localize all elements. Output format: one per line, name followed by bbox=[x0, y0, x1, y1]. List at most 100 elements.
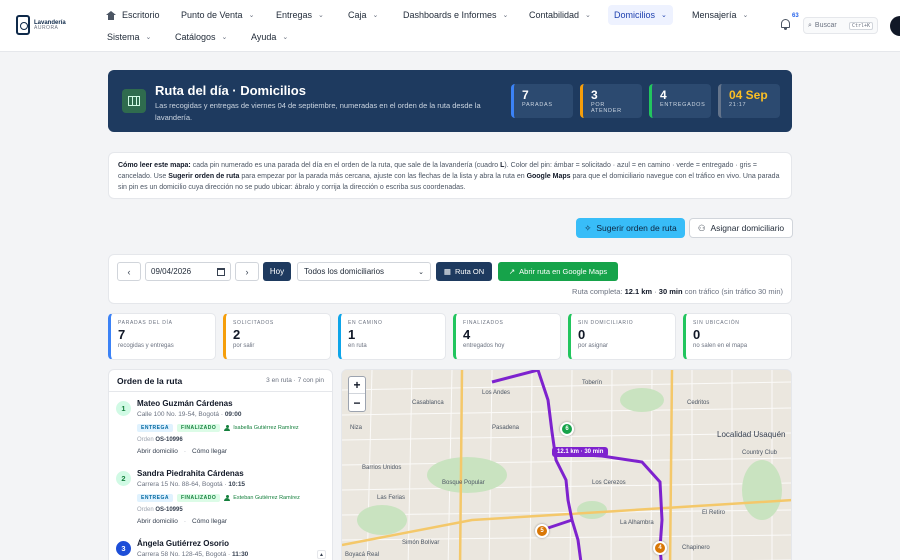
map-label: Los Cerezos bbox=[592, 480, 626, 486]
order-label: Orden bbox=[137, 437, 156, 443]
chevron-down-icon: ⌄ bbox=[585, 12, 591, 19]
open-google-maps-button[interactable]: ↗ Abrir ruta en Google Maps bbox=[498, 262, 618, 281]
nav-caja[interactable]: Caja ⌄ bbox=[342, 6, 384, 24]
summary-text: · bbox=[652, 287, 659, 296]
nav-label: Escritorio bbox=[122, 10, 160, 20]
nav-domicilios[interactable]: Domicilios ⌄ bbox=[608, 5, 673, 25]
chevron-down-icon: ⌄ bbox=[372, 12, 379, 19]
open-delivery-link[interactable]: Abrir domicilio bbox=[137, 448, 178, 455]
nav-label: Sistema bbox=[107, 32, 140, 42]
chevron-down-icon: ⌄ bbox=[318, 12, 324, 19]
search-button[interactable]: ⌕ Buscar Ctrl+K bbox=[803, 17, 878, 34]
stat-date: 04 Sep 21:17 bbox=[718, 84, 780, 118]
nav-mensajeria[interactable]: Mensajería ⌄ bbox=[686, 6, 754, 24]
chevron-down-icon: ⌄ bbox=[145, 34, 152, 41]
kpi-sin-domiciliario: SIN DOMICILIARIO 0 por asignar bbox=[568, 313, 676, 360]
nav-contabilidad[interactable]: Contabilidad ⌄ bbox=[523, 6, 597, 24]
external-link-icon: ↗ bbox=[508, 267, 516, 276]
route-toggle-button[interactable]: ▦ Ruta ON bbox=[436, 262, 492, 281]
stop-address: Carrera 15 No. 88-64, Bogotá · 10:15 bbox=[137, 481, 245, 488]
kpi-sub: recogidas y entregas bbox=[118, 343, 174, 349]
zoom-in-button[interactable]: + bbox=[349, 377, 365, 394]
chevron-right-icon: › bbox=[245, 266, 249, 277]
map-label: La Alhambra bbox=[620, 520, 654, 526]
open-delivery-link[interactable]: Abrir domicilio bbox=[137, 518, 178, 525]
suggest-route-order-button[interactable]: ✧ Sugerir orden de ruta bbox=[576, 218, 685, 238]
nav-ayuda[interactable]: Ayuda ⌄ bbox=[245, 28, 294, 46]
kpi-sub: entregados hoy bbox=[463, 343, 505, 349]
status-badge: FINALIZADO bbox=[176, 494, 221, 502]
nav-dashboards[interactable]: Dashboards e Informes ⌄ bbox=[397, 6, 514, 24]
map-pin[interactable]: 6 bbox=[560, 422, 574, 436]
address-text: Carrera 58 No. 128-45, Bogotá · bbox=[137, 551, 233, 558]
directions-link[interactable]: Cómo llegar bbox=[192, 518, 227, 525]
driver-name: Isabella Gutiérrez Ramírez bbox=[233, 425, 299, 431]
stat-label: PARADAS bbox=[522, 102, 553, 108]
calendar-icon bbox=[217, 267, 225, 276]
map-label: Chapinero bbox=[682, 545, 710, 551]
kpi-sub: en ruta bbox=[348, 343, 367, 349]
assign-driver-button[interactable]: ⚇ Asignar domiciliario bbox=[689, 218, 793, 238]
help-text-bold: Sugerir orden de ruta bbox=[168, 173, 240, 180]
list-item[interactable]: 1 Mateo Guzmán Cárdenas Calle 100 No. 19… bbox=[109, 399, 332, 461]
kpi-sub: por salir bbox=[233, 343, 255, 349]
nav-catalogos[interactable]: Catálogos ⌄ bbox=[169, 28, 233, 46]
map-label: Casablanca bbox=[412, 400, 444, 406]
chevron-down-icon: ⌄ bbox=[418, 268, 424, 276]
list-item[interactable]: 3 Ángela Gutiérrez Osorio Carrera 58 No.… bbox=[109, 539, 332, 560]
page-header: Ruta del día · Domicilios Las recogidas … bbox=[108, 70, 792, 132]
top-navbar: Lavandería AURORA Escritorio Punto de Ve… bbox=[0, 0, 900, 52]
help-text: cada pin numerado es una parada del día … bbox=[190, 162, 501, 169]
stop-customer: Mateo Guzmán Cárdenas bbox=[137, 399, 233, 408]
nav-label: Dashboards e Informes bbox=[403, 10, 497, 20]
bell-icon[interactable] bbox=[780, 18, 792, 31]
button-label: Sugerir orden de ruta bbox=[596, 223, 677, 233]
kpi-finalizados: FINALIZADOS 4 entregados hoy bbox=[453, 313, 561, 360]
kpi-en-camino: EN CAMINO 1 en ruta bbox=[338, 313, 446, 360]
summary-text: Ruta completa: bbox=[572, 287, 625, 296]
date-input[interactable]: 09/04/2026 bbox=[145, 262, 231, 281]
move-up-button[interactable]: ▲ bbox=[317, 550, 326, 559]
route-summary: Ruta completa: 12.1 km · 30 min con tráf… bbox=[572, 287, 783, 296]
stop-number: 3 bbox=[116, 541, 131, 556]
brand-tagline: AURORA bbox=[34, 24, 59, 31]
button-label: Hoy bbox=[269, 267, 285, 276]
help-lead: Cómo leer este mapa: bbox=[118, 162, 191, 169]
driver-filter-select[interactable]: Todos los domiciliarios ⌄ bbox=[297, 262, 431, 281]
help-text: para empezar por la parada más cercana, … bbox=[239, 173, 527, 180]
route-distance-chip: 12.1 km · 30 min bbox=[552, 447, 609, 457]
address-text: Calle 100 No. 19-54, Bogotá · bbox=[137, 411, 225, 418]
nav-punto-de-venta[interactable]: Punto de Venta ⌄ bbox=[175, 6, 260, 24]
kpi-value: 4 bbox=[463, 327, 471, 342]
nav-label: Domicilios bbox=[614, 10, 656, 20]
nav-label: Contabilidad bbox=[529, 10, 580, 20]
zoom-controls: + − bbox=[348, 376, 366, 412]
map-icon: ▦ bbox=[443, 267, 451, 276]
kpi-value: 0 bbox=[693, 327, 701, 342]
stat-por-atender: 3 POR ATENDER bbox=[580, 84, 642, 118]
next-day-button[interactable]: › bbox=[235, 262, 259, 281]
zoom-out-button[interactable]: − bbox=[349, 394, 365, 411]
map-pin[interactable]: 4 bbox=[653, 541, 667, 555]
stat-date-value: 04 Sep bbox=[729, 88, 768, 102]
add-user-icon: ⚇ bbox=[697, 222, 706, 233]
directions-link[interactable]: Cómo llegar bbox=[192, 448, 227, 455]
nav-sistema[interactable]: Sistema ⌄ bbox=[101, 28, 157, 46]
stop-time: 09:00 bbox=[224, 411, 242, 418]
page-title: Ruta del día · Domicilios bbox=[155, 83, 306, 98]
list-item[interactable]: 2 Sandra Piedrahita Cárdenas Carrera 15 … bbox=[109, 469, 332, 531]
button-label: Asignar domiciliario bbox=[710, 223, 785, 233]
driver-label: Isabella Gutiérrez Ramírez bbox=[224, 424, 299, 432]
map-pin[interactable]: 5 bbox=[535, 524, 549, 538]
nav-escritorio[interactable]: Escritorio bbox=[100, 6, 166, 24]
help-text-bold: Google Maps bbox=[526, 173, 571, 180]
search-label: Buscar bbox=[814, 22, 837, 29]
route-map[interactable]: + − Localidad Usaquén Country Club Barri… bbox=[341, 369, 792, 560]
stat-label: ENTREGADOS bbox=[660, 102, 706, 108]
previous-day-button[interactable]: ‹ bbox=[117, 262, 141, 281]
stop-number: 2 bbox=[116, 471, 131, 486]
route-toolbar: ‹ 09/04/2026 › Hoy Todos los domiciliari… bbox=[108, 254, 792, 304]
brand-logo[interactable]: Lavandería AURORA bbox=[16, 15, 66, 35]
nav-entregas[interactable]: Entregas ⌄ bbox=[270, 6, 330, 24]
today-button[interactable]: Hoy bbox=[263, 262, 291, 281]
